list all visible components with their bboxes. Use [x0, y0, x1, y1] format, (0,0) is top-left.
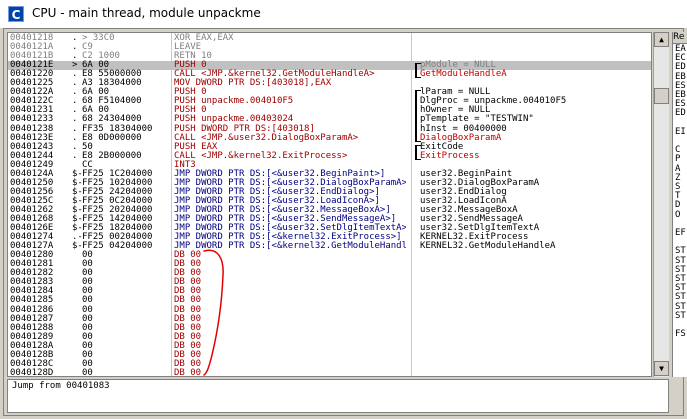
argument-brace — [415, 63, 421, 79]
scroll-up-arrow-icon[interactable]: ▲ — [654, 32, 669, 47]
disassembly-row[interactable]: 0040128D 00 DB 00 — [8, 367, 651, 377]
info-text: Jump from 00401083 — [12, 381, 110, 391]
registers-pane[interactable]: Re EA EC ED EB ES EB ES ED EI C P A Z S T D O EF ST ST ST ST S… — [672, 32, 687, 377]
disassembly-scrollbar[interactable]: ▲ ▼ — [653, 32, 669, 377]
disassembly-pane[interactable]: 00401218. > 33C0 XOR EAX,EAX 0040121A. C9 LEA… — [7, 32, 652, 377]
register-label[interactable]: EF — [675, 228, 686, 238]
row-hex-dump: 00 — [82, 367, 93, 377]
window-title: CPU - main thread, module unpackme — [32, 6, 261, 20]
register-label[interactable]: ST — [675, 311, 686, 321]
argument-brace — [415, 90, 421, 142]
scrollbar-thumb[interactable] — [654, 88, 669, 104]
title-bar[interactable]: C CPU - main thread, module unpackme — [0, 0, 687, 28]
argument-brace — [415, 144, 421, 160]
registers-header: Re — [673, 32, 687, 44]
row-disassembly: DB 00 — [174, 367, 202, 377]
row-address: 0040128D — [10, 367, 54, 377]
register-label[interactable]: ED — [675, 108, 686, 118]
register-label[interactable]: EI — [675, 127, 686, 137]
register-label[interactable]: O — [675, 210, 680, 220]
scroll-down-arrow-icon[interactable]: ▼ — [654, 361, 669, 376]
info-pane: Jump from 00401083 — [7, 379, 669, 413]
cpu-window-icon: C — [8, 6, 24, 22]
register-label[interactable]: FS — [675, 329, 686, 339]
cpu-window: C CPU - main thread, module unpackme 004… — [0, 0, 687, 419]
